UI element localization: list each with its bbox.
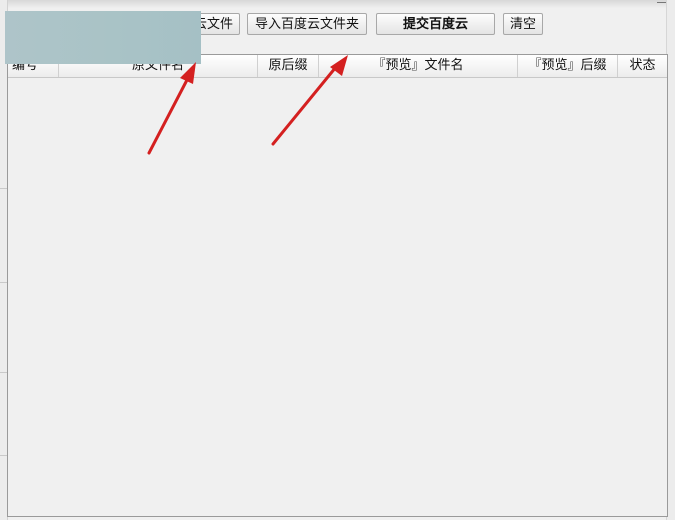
column-header-status[interactable]: 状态 — [618, 55, 667, 77]
submit-baidu-button[interactable]: 提交百度云 — [376, 13, 495, 35]
file-list-view[interactable]: 编号 原文件名 原后缀 『预览』文件名 『预览』后缀 状态 — [7, 54, 668, 517]
strip-divider — [0, 282, 7, 283]
import-baidu-folder-button[interactable]: 导入百度云文件夹 — [247, 13, 367, 35]
strip-divider — [0, 455, 7, 456]
app-window: 云文件 导入百度云文件夹 提交百度云 清空 编号 原文件名 原后缀 『预览』文件… — [0, 0, 675, 520]
column-header-preview-name[interactable]: 『预览』文件名 — [319, 55, 518, 77]
strip-divider — [0, 188, 7, 189]
redaction-overlay — [5, 11, 201, 64]
column-header-original-ext[interactable]: 原后缀 — [258, 55, 319, 77]
minimize-icon[interactable] — [655, 0, 667, 8]
strip-divider — [0, 372, 7, 373]
list-body — [8, 78, 667, 516]
clear-button[interactable]: 清空 — [503, 13, 543, 35]
column-header-preview-ext[interactable]: 『预览』后缀 — [518, 55, 618, 77]
window-top-edge — [0, 0, 675, 8]
